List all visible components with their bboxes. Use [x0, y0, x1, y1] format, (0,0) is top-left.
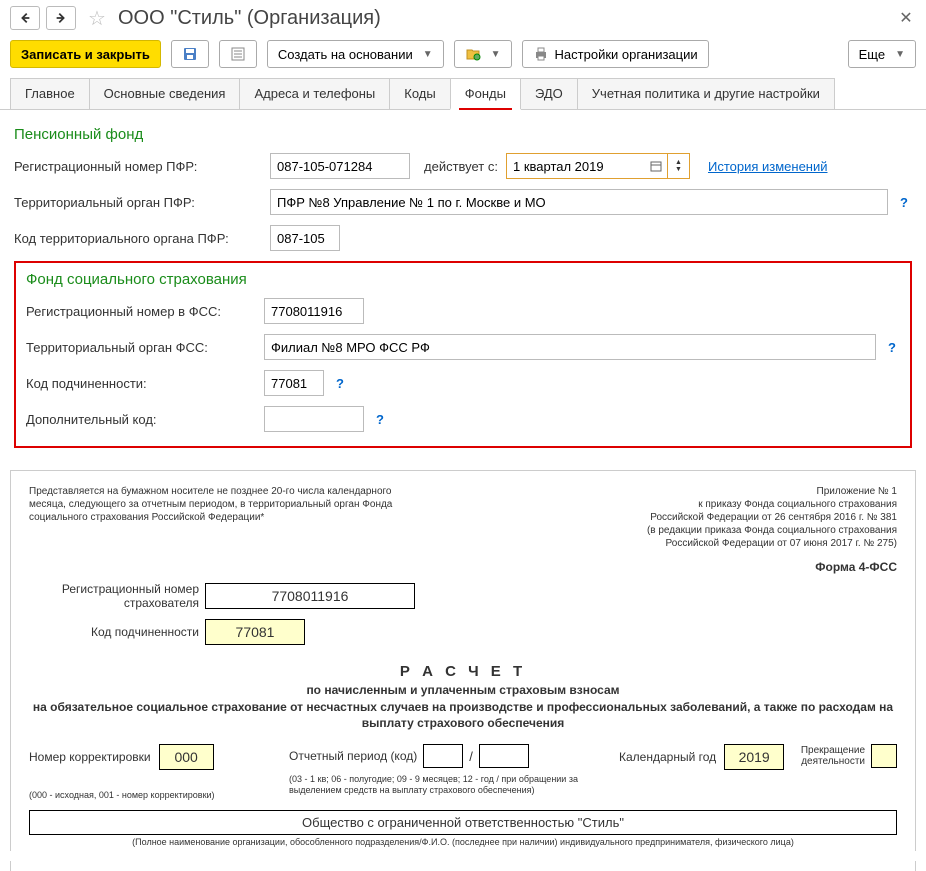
help-icon[interactable]: ? — [896, 195, 912, 210]
doc-sub-label: Код подчиненности — [29, 625, 199, 639]
document-preview: Представляется на бумажном носителе не п… — [10, 470, 916, 851]
doc-form-name: Форма 4-ФСС — [29, 560, 897, 574]
nav-forward-button[interactable] — [46, 6, 76, 30]
pfr-reg-input[interactable] — [270, 153, 410, 179]
pfr-effective-input[interactable] — [506, 153, 646, 179]
pfr-reg-label: Регистрационный номер ПФР: — [14, 159, 262, 174]
doc-year-value: 2019 — [724, 744, 784, 770]
favorite-star-icon[interactable]: ☆ — [86, 7, 108, 29]
doc-period-value2 — [479, 744, 529, 768]
tab-4[interactable]: Фонды — [450, 78, 521, 110]
more-button[interactable]: Еще ▼ — [848, 40, 916, 68]
pfr-code-label: Код территориального органа ПФР: — [14, 231, 262, 246]
doc-period-note: (03 - 1 кв; 06 - полугодие; 09 - 9 месяц… — [289, 774, 609, 796]
more-label: Еще — [859, 47, 885, 62]
help-icon[interactable]: ? — [372, 412, 388, 427]
tab-2[interactable]: Адреса и телефоны — [239, 78, 390, 109]
attach-button[interactable]: ▼ — [454, 40, 512, 68]
nav-back-button[interactable] — [10, 6, 40, 30]
history-link[interactable]: История изменений — [708, 159, 828, 174]
doc-corr-label: Номер корректировки — [29, 750, 151, 764]
pfr-effective-label: действует с: — [424, 159, 498, 174]
fss-terr-input[interactable] — [264, 334, 876, 360]
org-settings-button[interactable]: Настройки организации — [522, 40, 709, 68]
fss-section: Фонд социального страхования Регистрацио… — [14, 261, 912, 448]
doc-stop-label: Прекращение деятельности — [795, 745, 865, 767]
spinner-up-icon: ▲ — [675, 159, 682, 166]
tabs-bar: ГлавноеОсновные сведенияАдреса и телефон… — [0, 78, 926, 110]
doc-corr-value: 000 — [159, 744, 214, 770]
pfr-code-input[interactable] — [270, 225, 340, 251]
save-icon — [182, 46, 198, 62]
create-based-label: Создать на основании — [278, 47, 413, 62]
spinner-down-icon: ▼ — [675, 166, 682, 173]
tab-3[interactable]: Коды — [389, 78, 450, 109]
dropdown-caret-icon: ▼ — [423, 49, 433, 60]
doc-reg-value: 7708011916 — [205, 583, 415, 609]
help-icon[interactable]: ? — [332, 376, 348, 391]
pfr-terr-label: Территориальный орган ПФР: — [14, 195, 262, 210]
dropdown-caret-icon: ▼ — [895, 49, 905, 60]
dropdown-caret-icon: ▼ — [491, 49, 501, 60]
list-button[interactable] — [219, 40, 257, 68]
page-title: ООО "Стиль" (Организация) — [118, 7, 890, 30]
calendar-button[interactable] — [646, 153, 668, 179]
tab-6[interactable]: Учетная политика и другие настройки — [577, 78, 835, 109]
fss-extra-input[interactable] — [264, 406, 364, 432]
doc-appendix: Приложение № 1 к приказу Фонда социально… — [449, 485, 897, 550]
fss-reg-input[interactable] — [264, 298, 364, 324]
doc-calc-subtitle: по начисленным и уплаченным страховым вз… — [29, 682, 897, 732]
calendar-icon — [650, 160, 662, 172]
fss-section-title: Фонд социального страхования — [26, 271, 900, 288]
save-button[interactable] — [171, 40, 209, 68]
doc-year-label: Календарный год — [619, 750, 716, 764]
doc-period-value1 — [423, 744, 463, 768]
fss-terr-label: Территориальный орган ФСС: — [26, 340, 256, 355]
fss-extra-label: Дополнительный код: — [26, 412, 256, 427]
fss-sub-input[interactable] — [264, 370, 324, 396]
doc-present-note: Представляется на бумажном носителе не п… — [29, 485, 429, 524]
print-icon — [533, 46, 549, 62]
tab-0[interactable]: Главное — [10, 78, 90, 109]
folder-icon — [465, 46, 481, 62]
doc-sub-value: 77081 — [205, 619, 305, 645]
doc-corr-note: (000 - исходная, 001 - номер корректиров… — [29, 790, 215, 800]
doc-calc-title: Р А С Ч Е Т — [29, 663, 897, 680]
org-settings-label: Настройки организации — [555, 47, 698, 62]
fss-sub-label: Код подчиненности: — [26, 376, 256, 391]
help-icon[interactable]: ? — [884, 340, 900, 355]
pfr-terr-input[interactable] — [270, 189, 888, 215]
doc-stop-box — [871, 744, 897, 768]
doc-period-label: Отчетный период (код) — [289, 749, 417, 763]
doc-fullname-note: (Полное наименование организации, обособ… — [29, 837, 897, 847]
list-icon — [230, 46, 246, 62]
fss-reg-label: Регистрационный номер в ФСС: — [26, 304, 256, 319]
spinner-button[interactable]: ▲▼ — [668, 153, 690, 179]
close-button[interactable]: ✕ — [896, 8, 916, 28]
save-close-button[interactable]: Записать и закрыть — [10, 40, 161, 68]
arrow-left-icon — [18, 11, 32, 25]
doc-org-fullname: Общество с ограниченной ответственностью… — [29, 810, 897, 835]
doc-reg-label: Регистрационный номер страхователя — [29, 582, 199, 611]
tab-5[interactable]: ЭДО — [520, 78, 578, 109]
torn-edge-decoration — [10, 861, 916, 871]
arrow-right-icon — [54, 11, 68, 25]
tab-1[interactable]: Основные сведения — [89, 78, 241, 109]
create-based-on-button[interactable]: Создать на основании ▼ — [267, 40, 444, 68]
pfr-section-title: Пенсионный фонд — [14, 126, 912, 143]
